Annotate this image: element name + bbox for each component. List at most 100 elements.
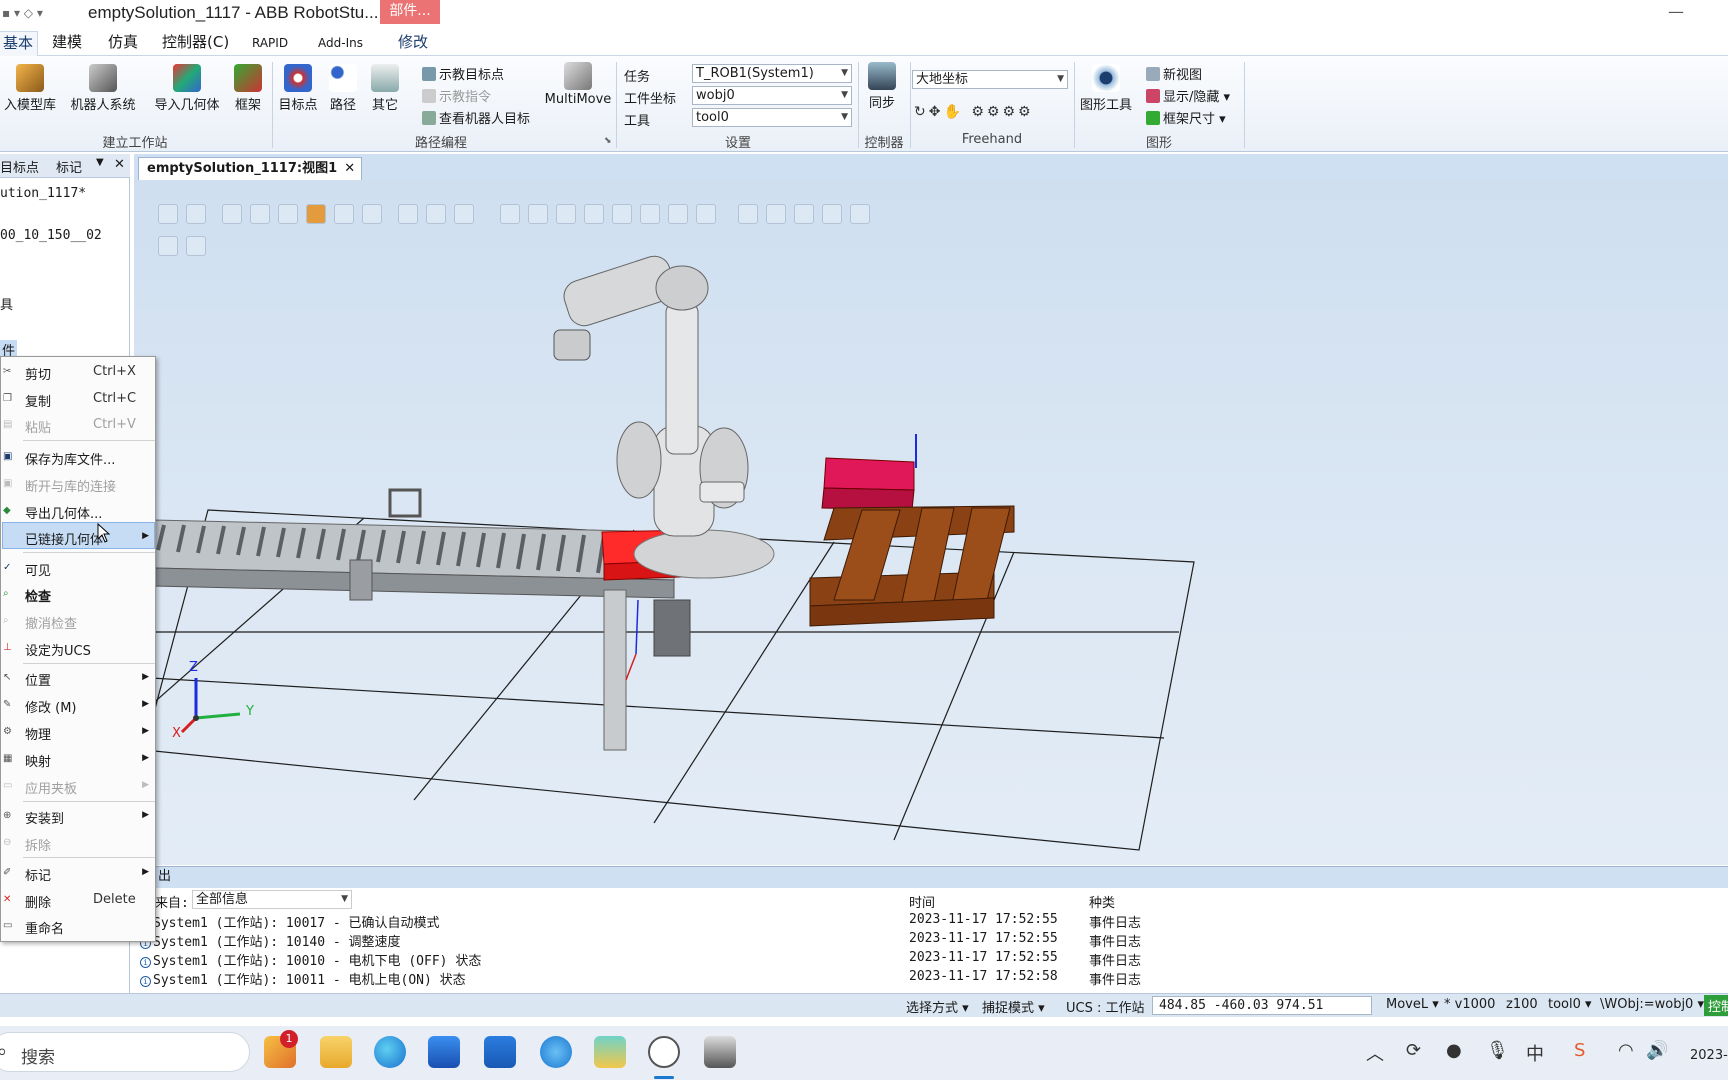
info-icon: i: [140, 957, 151, 968]
menu-item-position[interactable]: 位置: [25, 670, 51, 689]
menu-item-delete[interactable]: 删除: [25, 892, 51, 911]
snap-mode-dropdown[interactable]: 捕捉模式 ▾: [982, 997, 1045, 1016]
menu-item-save-library[interactable]: 保存为库文件...: [25, 449, 115, 468]
view-robot-target-button[interactable]: 查看机器人目标: [422, 108, 530, 127]
menu-item-attach-to[interactable]: 安装到: [25, 808, 64, 827]
menu-item-linked-geometry[interactable]: 已链接几何体: [25, 529, 103, 548]
menu-separator: [23, 552, 155, 553]
tab-addins[interactable]: Add-Ins: [314, 31, 367, 56]
dialog-launcher-icon[interactable]: ⬊: [604, 136, 612, 146]
tree-item-station[interactable]: ution_1117*: [0, 186, 86, 201]
tab-modify[interactable]: 修改: [394, 31, 432, 56]
clock[interactable]: 2023-: [1690, 1048, 1728, 1063]
controller-status[interactable]: 控制: [1704, 995, 1728, 1016]
import-library-button[interactable]: 入模型库: [0, 64, 60, 113]
path-button[interactable]: 路径: [324, 64, 362, 113]
sync-button[interactable]: 同步: [862, 62, 902, 111]
menu-item-marker[interactable]: 标记: [25, 865, 51, 884]
select-mode-dropdown[interactable]: 选择方式 ▾: [906, 997, 969, 1016]
menu-item-export-geometry[interactable]: 导出几何体...: [25, 503, 102, 522]
menu-item-cut[interactable]: 剪切: [25, 364, 51, 383]
minimize-button[interactable]: —: [1668, 2, 1684, 21]
sogou-tray-icon[interactable]: S: [1574, 1040, 1585, 1061]
button-label: 入模型库: [3, 98, 56, 113]
close-icon[interactable]: ✕: [344, 158, 355, 179]
wifi-icon[interactable]: ◠: [1618, 1040, 1634, 1061]
tab-simulation[interactable]: 仿真: [104, 31, 142, 56]
robotstudio-icon[interactable]: [648, 1036, 680, 1068]
multimove-icon: [564, 62, 592, 90]
quick-access-icons[interactable]: ▪ ▾ ◇ ▾: [2, 6, 43, 20]
panel-menu-icon[interactable]: ▼: [96, 157, 104, 168]
3d-viewport[interactable]: Z Y X: [134, 180, 1728, 865]
menu-item-visible[interactable]: 可见: [25, 560, 51, 579]
speed-dropdown[interactable]: * v1000: [1444, 997, 1495, 1012]
context-tab-header[interactable]: 部件...: [380, 0, 440, 24]
log-row[interactable]: i System1 (工作站): 10140 - 调整速度: [140, 931, 401, 950]
menu-item-paste[interactable]: 粘贴: [25, 417, 51, 436]
tab-view1[interactable]: emptySolution_1117:视图1 ✕: [138, 157, 363, 180]
ime-tray-icon[interactable]: 中: [1526, 1040, 1544, 1066]
teach-instruction-button[interactable]: 示教指令: [422, 86, 491, 105]
tab-markers[interactable]: 标记: [56, 157, 82, 176]
edge-browser-icon[interactable]: [374, 1036, 406, 1068]
task-select[interactable]: T_ROB1(System1) ▼: [692, 64, 852, 83]
store-icon[interactable]: [428, 1036, 460, 1068]
tab-rapid[interactable]: RAPID: [248, 31, 292, 56]
tab-basic[interactable]: 基本: [0, 31, 39, 56]
graphics-tool-button[interactable]: 图形工具: [1076, 64, 1136, 113]
multimove-button[interactable]: MultiMove: [542, 62, 614, 107]
coordinate-select[interactable]: 大地坐标 ▼: [912, 70, 1068, 89]
menu-item-physics[interactable]: 物理: [25, 724, 51, 743]
other-button[interactable]: 其它: [366, 64, 404, 113]
move-instruction-dropdown[interactable]: MoveL ▾: [1386, 997, 1439, 1012]
menu-item-detach[interactable]: 拆除: [25, 835, 51, 854]
new-view-button[interactable]: 新视图: [1146, 64, 1202, 83]
freehand-tools[interactable]: ↻✥✋ ⚙⚙⚙⚙: [914, 104, 1034, 120]
frame-button[interactable]: 框架: [230, 64, 266, 113]
menu-item-mapping[interactable]: 映射: [25, 751, 51, 770]
tab-targets[interactable]: 目标点: [0, 157, 39, 176]
menu-item-inspect[interactable]: 检查: [25, 586, 51, 605]
tree-item-robot[interactable]: 00_10_150__02: [0, 228, 102, 243]
menu-item-set-ucs[interactable]: 设定为UCS: [25, 640, 91, 659]
menu-item-undo-inspect[interactable]: 撤消检查: [25, 613, 77, 632]
menu-item-rename[interactable]: 重命名: [25, 918, 64, 937]
tree-item-tools[interactable]: 具: [0, 294, 13, 313]
mail-icon[interactable]: [484, 1036, 516, 1068]
close-icon[interactable]: ✕: [114, 157, 125, 172]
tab-label: emptySolution_1117:视图1: [147, 161, 338, 176]
teach-target-button[interactable]: 示教目标点: [422, 64, 504, 83]
log-row[interactable]: i System1 (工作站): 10011 - 电机上电(ON) 状态: [140, 969, 466, 988]
frame-size-button[interactable]: 框架尺寸 ▾: [1146, 108, 1226, 127]
tool-dropdown[interactable]: tool0 ▾: [1548, 997, 1592, 1012]
log-row[interactable]: i System1 (工作站): 10010 - 电机下电 (OFF) 状态: [140, 950, 481, 969]
robot-system-button[interactable]: 机器人系统: [66, 64, 140, 113]
notepad-icon[interactable]: [594, 1036, 626, 1068]
menu-item-modify[interactable]: 修改 (M): [25, 697, 77, 716]
log-row[interactable]: iSystem1 (工作站): 10017 - 已确认自动模式: [140, 912, 440, 931]
wobj-select[interactable]: wobj0 ▼: [692, 86, 852, 105]
filter-select[interactable]: 全部信息 ▼: [192, 890, 352, 909]
file-explorer-icon[interactable]: [320, 1036, 352, 1068]
wobj-dropdown[interactable]: \WObj:=wobj0 ▾: [1600, 997, 1704, 1012]
speaker-icon[interactable]: 🔊: [1646, 1040, 1668, 1061]
screen-recorder-icon[interactable]: [704, 1036, 736, 1068]
taskbar-search[interactable]: ⌕ 搜索: [0, 1032, 250, 1072]
qq-icon[interactable]: ●: [1446, 1040, 1462, 1061]
tab-modeling[interactable]: 建模: [48, 31, 86, 56]
import-geometry-button[interactable]: 导入几何体: [150, 64, 224, 113]
menu-item-disconnect-library[interactable]: 断开与库的连接: [25, 476, 116, 495]
zone-dropdown[interactable]: z100: [1506, 997, 1538, 1012]
microphone-icon[interactable]: 🎙: [1486, 1040, 1509, 1061]
target-button[interactable]: 目标点: [276, 64, 320, 113]
chevron-up-icon[interactable]: ︿: [1366, 1040, 1384, 1066]
tool-select[interactable]: tool0 ▼: [692, 108, 852, 127]
tab-controller[interactable]: 控制器(C): [158, 31, 233, 56]
sync-tray-icon[interactable]: ⟳: [1406, 1040, 1421, 1061]
show-hide-button[interactable]: 显示/隐藏 ▾: [1146, 86, 1230, 105]
button-label: 目标点: [278, 98, 318, 113]
ie-browser-icon[interactable]: [540, 1036, 572, 1068]
menu-item-copy[interactable]: 复制: [25, 391, 51, 410]
menu-item-apply-clamp[interactable]: 应用夹板: [25, 778, 77, 797]
